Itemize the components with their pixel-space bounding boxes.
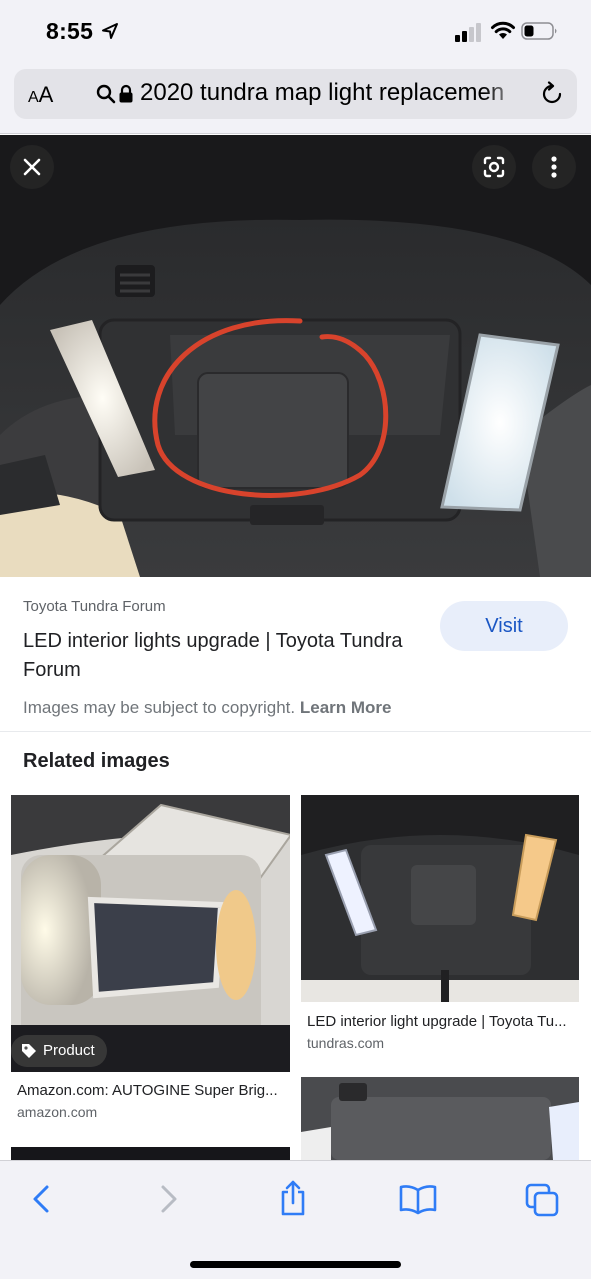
console-photo: [301, 1077, 579, 1160]
related-caption-1[interactable]: Amazon.com: AUTOGINE Super Brig...: [17, 1082, 278, 1099]
wifi-icon: [491, 21, 515, 39]
back-icon[interactable]: [30, 1183, 52, 1215]
cellular-signal-icon: [455, 23, 481, 42]
reload-icon[interactable]: [539, 81, 565, 107]
visit-button[interactable]: Visit: [440, 601, 568, 651]
related-domain-1: amazon.com: [17, 1104, 98, 1120]
share-icon[interactable]: [278, 1179, 308, 1217]
related-image-3[interactable]: [11, 1147, 290, 1160]
hero-image[interactable]: [0, 135, 591, 577]
tag-icon: [22, 1044, 36, 1058]
copyright-notice: Images may be subject to copyright. Lear…: [23, 698, 392, 717]
close-icon: [23, 158, 41, 176]
text-size-button[interactable]: AA: [28, 82, 53, 108]
battery-icon: [521, 22, 557, 40]
home-indicator[interactable]: [190, 1261, 401, 1268]
related-domain-2: tundras.com: [307, 1035, 385, 1051]
overhead-console-photo: [0, 135, 591, 577]
address-bar[interactable]: AA 2020 tundra map light replacemen: [14, 69, 577, 119]
forward-icon[interactable]: [158, 1183, 180, 1215]
tabs-icon[interactable]: [525, 1183, 561, 1217]
learn-more-link[interactable]: Learn More: [300, 698, 392, 717]
result-title[interactable]: LED interior lights upgrade | Toyota Tun…: [23, 627, 423, 685]
related-image-1[interactable]: [11, 795, 290, 1072]
related-image-2[interactable]: [301, 795, 579, 1002]
product-badge: Product: [11, 1035, 107, 1067]
divider: [0, 731, 591, 732]
url-text[interactable]: 2020 tundra map light replacemen: [140, 79, 518, 107]
location-arrow-icon: [102, 23, 118, 39]
console-lights-photo: [301, 795, 579, 1002]
lock-icon: [119, 84, 133, 103]
browser-top-bar: AA 2020 tundra map light replacemen: [0, 62, 591, 134]
lens-icon: [483, 156, 505, 178]
status-bar: 8:55: [0, 0, 591, 62]
status-time: 8:55: [46, 18, 94, 44]
close-button[interactable]: [10, 145, 54, 189]
search-icon: [96, 84, 116, 104]
result-source[interactable]: Toyota Tundra Forum: [23, 598, 166, 615]
related-image-4[interactable]: [301, 1077, 579, 1160]
related-images-heading: Related images: [23, 750, 170, 772]
more-options-button[interactable]: [532, 145, 576, 189]
related-caption-2[interactable]: LED interior light upgrade | Toyota Tu..…: [307, 1013, 567, 1030]
more-vert-icon: [551, 156, 557, 178]
bookmarks-icon[interactable]: [399, 1183, 437, 1215]
lens-button[interactable]: [472, 145, 516, 189]
vanity-mirror-photo: [11, 795, 290, 1072]
